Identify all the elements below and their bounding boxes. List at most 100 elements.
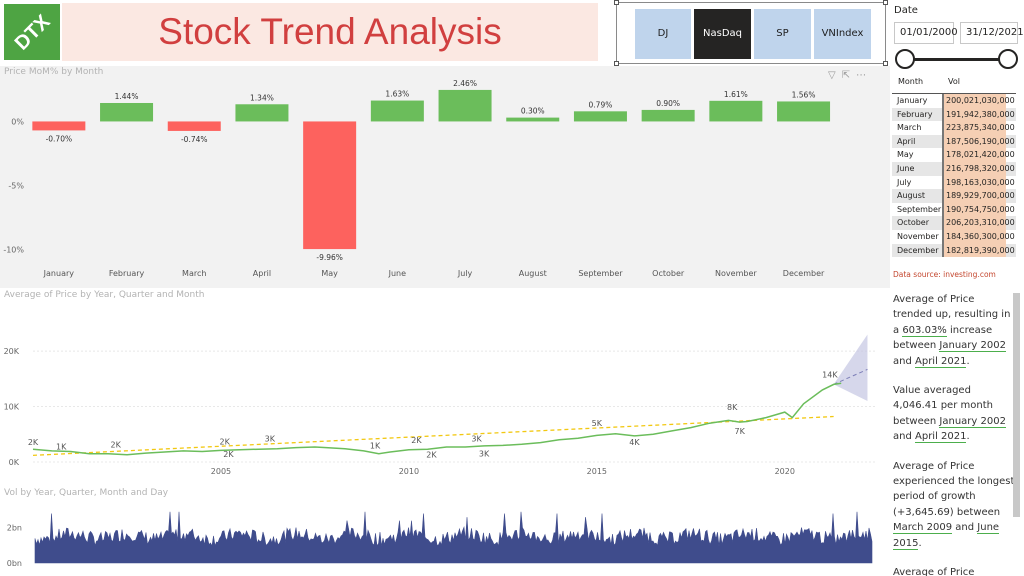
data-label: 1.44% — [115, 92, 139, 101]
data-source-note: Data source: investing.com — [893, 270, 996, 279]
data-label: 1.56% — [792, 90, 816, 99]
data-label: 2K — [28, 438, 39, 447]
price-line — [32, 382, 842, 456]
slicer-tile-nasdaq[interactable]: NasDaq — [694, 9, 751, 59]
table-cell-vol: 187,506,190,000 — [944, 134, 1015, 149]
table-cell-vol: 191,942,380,000 — [944, 107, 1015, 122]
table-cell-month: January — [892, 94, 944, 108]
dtx-logo: DTX — [4, 4, 60, 60]
data-label: -9.96% — [316, 253, 343, 262]
table-row[interactable]: August 189,929,700,000 — [892, 189, 1016, 203]
index-slicer[interactable]: DJ NasDaq SP VNIndex — [614, 0, 888, 66]
table-row[interactable]: December 182,819,390,000 — [892, 243, 1016, 258]
data-label: -0.70% — [46, 134, 73, 143]
table-row[interactable]: April 187,506,190,000 — [892, 134, 1016, 149]
data-label: 7K — [735, 427, 746, 436]
data-label: 4K — [629, 438, 640, 447]
x-tick-label: February — [109, 269, 145, 278]
column-header-vol[interactable]: Vol — [948, 77, 960, 86]
page-title: Stock Trend Analysis — [62, 3, 598, 61]
data-label: 0.90% — [656, 99, 680, 108]
narrative-text: . — [918, 537, 922, 549]
data-label: 1K — [56, 443, 67, 452]
data-label: 1K — [370, 442, 381, 451]
table-cell-vol: 200,021,030,000 — [944, 94, 1015, 108]
y-tick-label: 20K — [4, 347, 20, 356]
narrative-paragraph: Average of Price experienced the longest… — [893, 459, 1015, 551]
table-row[interactable]: March 223,875,340,000 — [892, 121, 1016, 135]
narrative-value: 603.03% — [902, 324, 947, 337]
date-slider-track[interactable] — [904, 58, 1008, 61]
line-chart-title: Average of Price by Year, Quarter and Mo… — [4, 290, 205, 300]
data-label: 1.61% — [724, 90, 748, 99]
table-row[interactable]: July 198,163,030,000 — [892, 175, 1016, 190]
table-cell-vol: 223,875,340,000 — [944, 121, 1015, 135]
logo-text: DTX — [11, 10, 55, 54]
table-cell-vol: 189,929,700,000 — [944, 189, 1015, 203]
x-tick-label: June — [388, 269, 407, 278]
table-row[interactable]: October 206,203,310,000 — [892, 216, 1016, 230]
x-tick-label: May — [321, 269, 338, 278]
end-date-input[interactable]: 31/12/2021 — [960, 22, 1024, 44]
data-label: 2K — [223, 450, 234, 459]
table-cell-month: June — [892, 161, 944, 176]
mom-bar-chart: 0% -5% -10% -0.70% January 1.44% February -0.74… — [3, 79, 831, 278]
y-tick-label: -10% — [3, 246, 24, 255]
table-row[interactable]: February 191,942,380,000 — [892, 107, 1016, 122]
table-row[interactable]: January 200,021,030,000 — [892, 94, 1016, 108]
data-label: 3K — [471, 434, 482, 443]
table-cell-month: April — [892, 134, 944, 149]
table-row[interactable]: June 216,798,320,000 — [892, 161, 1016, 176]
vol-chart-title: Vol by Year, Quarter, Month and Day — [4, 488, 169, 498]
start-date-input[interactable]: 01/01/2000 — [894, 22, 958, 44]
table-cell-vol: 206,203,310,000 — [944, 216, 1015, 230]
x-tick-label: 2010 — [399, 467, 419, 476]
table-cell-vol: 216,798,320,000 — [944, 161, 1015, 176]
y-tick-label: 0K — [9, 458, 20, 467]
forecast-band — [833, 334, 868, 401]
x-tick-label: December — [783, 269, 825, 278]
table-cell-month: March — [892, 121, 944, 135]
data-label: 1.34% — [250, 93, 274, 102]
narrative-paragraph: Average of Price — [893, 565, 1015, 576]
table-cell-month: August — [892, 189, 944, 203]
table-row[interactable]: May 178,021,420,000 — [892, 148, 1016, 162]
column-header-month[interactable]: Month — [898, 77, 923, 86]
slicer-tile-sp[interactable]: SP — [754, 9, 811, 59]
table-cell-vol: 198,163,030,000 — [944, 175, 1015, 190]
resize-handle[interactable] — [883, 0, 888, 5]
data-label: 0.79% — [589, 100, 613, 109]
bar — [235, 104, 289, 122]
x-tick-label: 2015 — [587, 467, 607, 476]
table-cell-month: July — [892, 175, 944, 190]
narrative-scrollbar[interactable] — [1013, 293, 1020, 517]
table-cell-month: December — [892, 243, 944, 258]
bar — [641, 109, 695, 122]
vol-table-header: Month Vol — [892, 74, 1016, 94]
narrative-paragraph: Average of Price trended up, resulting i… — [893, 292, 1015, 369]
table-cell-month: May — [892, 148, 944, 162]
table-cell-month: October — [892, 216, 944, 230]
bar — [370, 100, 424, 122]
date-slider-end-handle[interactable] — [998, 49, 1018, 69]
table-cell-month: February — [892, 107, 944, 122]
table-row[interactable]: September 190,754,750,000 — [892, 202, 1016, 217]
x-tick-label: January — [43, 269, 75, 278]
resize-handle[interactable] — [614, 0, 619, 5]
bar — [303, 121, 357, 250]
slicer-tile-vnindex[interactable]: VNIndex — [814, 9, 871, 59]
bar — [32, 121, 86, 131]
narrative-value: March 2009 — [893, 522, 953, 535]
data-label: 0.30% — [521, 107, 545, 116]
table-row[interactable]: November 184,360,300,000 — [892, 229, 1016, 244]
data-label: 2K — [411, 436, 422, 445]
data-label: 2K — [220, 438, 231, 447]
table-cell-month: November — [892, 229, 944, 244]
x-tick-label: July — [457, 269, 473, 278]
y-tick-label: 0% — [11, 117, 24, 126]
narrative-value: January 2002 — [939, 340, 1006, 353]
narrative-value: April 2021 — [915, 431, 967, 444]
date-slider-start-handle[interactable] — [895, 49, 915, 69]
data-label: 1.63% — [385, 90, 409, 99]
slicer-tile-dj[interactable]: DJ — [635, 9, 691, 59]
